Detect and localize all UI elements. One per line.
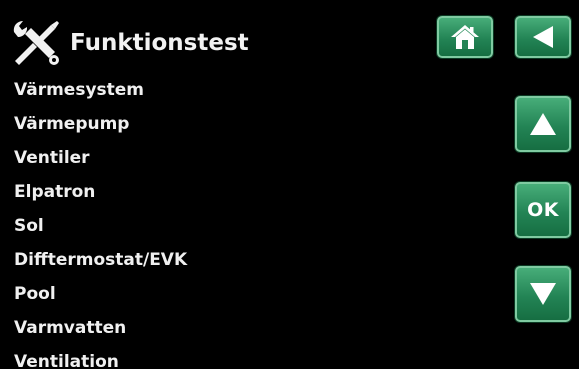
scroll-down-button[interactable] [515,266,571,322]
menu-item-varmepump[interactable]: Värmepump [14,110,187,144]
arrow-left-icon [533,26,553,48]
home-button[interactable] [437,16,493,58]
tools-icon [11,20,61,66]
arrow-up-icon [530,113,556,135]
menu-item-varmvatten[interactable]: Varmvatten [14,314,187,348]
menu-item-elpatron[interactable]: Elpatron [14,178,187,212]
ok-button[interactable]: OK [515,182,571,238]
display-screen: Funktionstest OK Värmesystem Värmepump V… [0,0,579,369]
back-button[interactable] [515,16,571,58]
menu-item-ventilation[interactable]: Ventilation [14,348,187,369]
home-icon [451,25,479,49]
page-title: Funktionstest [70,30,249,56]
menu-item-difftermostat-evk[interactable]: Difftermostat/EVK [14,246,187,280]
function-test-menu: Värmesystem Värmepump Ventiler Elpatron … [14,76,187,369]
ok-button-label: OK [527,199,559,221]
menu-item-pool[interactable]: Pool [14,280,187,314]
scroll-up-button[interactable] [515,96,571,152]
arrow-down-icon [530,283,556,305]
menu-item-varmesystem[interactable]: Värmesystem [14,76,187,110]
menu-item-ventiler[interactable]: Ventiler [14,144,187,178]
menu-item-sol[interactable]: Sol [14,212,187,246]
